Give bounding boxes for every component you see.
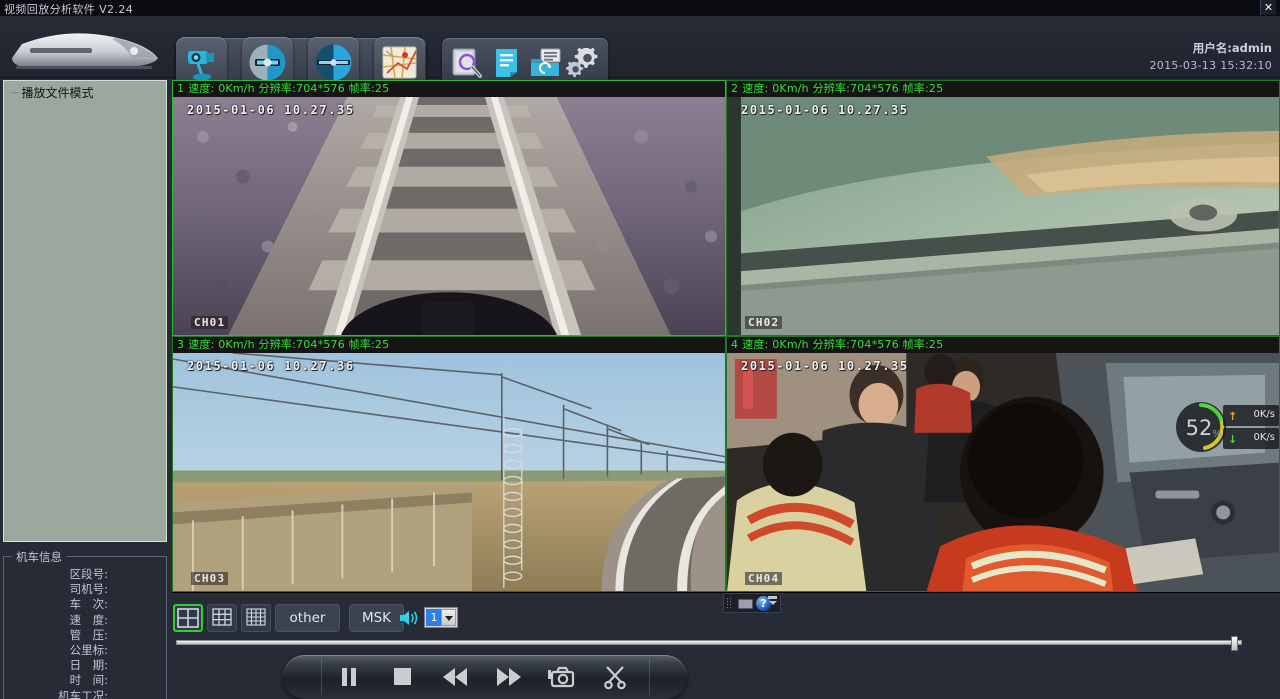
upload-rate-value: 0K/s xyxy=(1253,409,1276,420)
audio-channel-value: 1 xyxy=(426,609,442,626)
loco-field-driver: 司机号: xyxy=(69,582,108,597)
keyboard-icon[interactable] xyxy=(738,599,753,609)
loco-field-condition: 机车工况: xyxy=(58,688,108,699)
download-rate-row: ↓ 0K/s xyxy=(1223,428,1279,449)
video-panel-3-header: 3 速度: 0Km/h 分辨率:704*576 帧率:25 xyxy=(173,337,725,353)
video-panel-4-timestamp: 2015-01-06 10.27.35 xyxy=(741,359,909,373)
video-panel-4-scene xyxy=(727,353,1279,591)
train-logo xyxy=(4,22,164,76)
video-panel-3[interactable]: 3 速度: 0Km/h 分辨率:704*576 帧率:25 2015-01-06… xyxy=(172,336,726,592)
video-panel-1-info: 速度: 0Km/h 分辨率:704*576 帧率:25 xyxy=(188,82,390,95)
seek-track[interactable] xyxy=(176,640,1242,645)
video-panel-3-timestamp: 2015-01-06 10.27.36 xyxy=(187,359,355,373)
video-panel-2-info: 速度: 0Km/h 分辨率:704*576 帧率:25 xyxy=(742,82,944,95)
video-panel-3-channel: CH03 xyxy=(191,572,229,585)
video-panel-4[interactable]: 4 速度: 0Km/h 分辨率:704*576 帧率:25 2015-01-06… xyxy=(726,336,1280,592)
video-panel-2-index: 2 xyxy=(731,82,739,95)
system-datetime: 2015-03-13 15:32:10 xyxy=(1149,59,1272,72)
close-button[interactable]: ✕ xyxy=(1260,0,1276,15)
video-panel-4-info: 速度: 0Km/h 分辨率:704*576 帧率:25 xyxy=(742,338,944,351)
video-panel-4-header: 4 速度: 0Km/h 分辨率:704*576 帧率:25 xyxy=(727,337,1279,353)
search-button[interactable] xyxy=(450,46,484,80)
minimize-toolbar-button[interactable] xyxy=(768,596,778,612)
layout-9-button[interactable] xyxy=(207,604,237,632)
video-panel-1[interactable]: 1 速度: 0Km/h 分辨率:704*576 帧率:25 2015-01-06… xyxy=(172,80,726,336)
stop-button[interactable] xyxy=(380,663,424,691)
network-speed-widget[interactable]: 52 % ↑ 0K/s ↓ 0K/s xyxy=(1169,401,1279,453)
svg-text:52: 52 xyxy=(1186,416,1213,440)
layout-16-button[interactable] xyxy=(241,604,271,632)
seek-handle[interactable] xyxy=(1230,636,1238,651)
upload-arrow-icon: ↑ xyxy=(1228,410,1238,423)
locomotive-field-list: 区段号: 司机号: 车 次: 速 度: 管 压: 公里标: 日 期: 时 间: … xyxy=(4,567,168,699)
loco-field-speed: 速 度: xyxy=(69,612,108,627)
video-panel-3-stage: 2015-01-06 10.27.36 CH03 xyxy=(173,353,725,591)
tree-expander-icon: ··· xyxy=(10,86,20,100)
tree-root-item[interactable]: ··· 播放文件模式 xyxy=(10,84,93,101)
layout-4-button[interactable] xyxy=(173,604,203,632)
fast-forward-button[interactable] xyxy=(487,663,531,691)
svg-text:%: % xyxy=(1212,429,1222,440)
pause-button[interactable] xyxy=(327,663,371,691)
video-panel-1-index: 1 xyxy=(177,82,185,95)
video-panel-4-index: 4 xyxy=(731,338,739,351)
network-rate-rows: ↑ 0K/s ↓ 0K/s xyxy=(1223,405,1279,451)
app-title: 视频回放分析软件 V2.24 xyxy=(4,3,134,16)
video-panel-2-header: 2 速度: 0Km/h 分辨率:704*576 帧率:25 xyxy=(727,81,1279,97)
video-panel-1-header: 1 速度: 0Km/h 分辨率:704*576 帧率:25 xyxy=(173,81,725,97)
video-panel-1-stage: 2015-01-06 10.27.35 CH01 xyxy=(173,97,725,335)
video-panel-3-index: 3 xyxy=(177,338,185,351)
drag-handle[interactable] xyxy=(726,597,734,610)
video-panel-4-channel: CH04 xyxy=(745,572,783,585)
video-grid: 1 速度: 0Km/h 分辨率:704*576 帧率:25 2015-01-06… xyxy=(172,80,1280,593)
video-panel-3-scene xyxy=(173,353,725,591)
download-arrow-icon: ↓ xyxy=(1228,433,1238,446)
loco-field-pressure: 管 压: xyxy=(69,627,108,642)
video-panel-2-scene xyxy=(727,97,1279,335)
locomotive-info-title: 机车信息 xyxy=(12,549,66,565)
snapshot-button[interactable] xyxy=(539,663,583,691)
document-button[interactable] xyxy=(491,46,525,80)
seek-bar[interactable] xyxy=(176,636,1242,651)
loco-field-date: 日 期: xyxy=(69,658,108,673)
loco-field-mileage: 公里标: xyxy=(69,643,108,658)
video-panel-1-timestamp: 2015-01-06 10.27.35 xyxy=(187,103,355,117)
video-panel-1-scene xyxy=(173,97,725,335)
video-panel-2[interactable]: 2 速度: 0Km/h 分辨率:704*576 帧率:25 2015-01-06… xyxy=(726,80,1280,336)
transport-bar xyxy=(283,655,687,699)
download-folder-button[interactable] xyxy=(528,46,562,80)
speaker-icon[interactable] xyxy=(398,608,420,628)
video-panel-1-channel: CH01 xyxy=(191,316,229,329)
file-tree-panel[interactable]: ··· 播放文件模式 xyxy=(3,80,167,542)
settings-button[interactable] xyxy=(566,46,600,80)
video-panel-3-info: 速度: 0Km/h 分辨率:704*576 帧率:25 xyxy=(188,338,390,351)
transport-divider-left xyxy=(321,659,322,695)
user-info: 用户名:admin 2015-03-13 15:32:10 xyxy=(1149,40,1272,72)
floating-mini-toolbar[interactable]: ? xyxy=(723,593,781,613)
loco-field-section: 区段号: xyxy=(69,567,108,581)
rewind-button[interactable] xyxy=(433,663,477,691)
tree-root-label: 播放文件模式 xyxy=(21,86,94,100)
other-view-button[interactable]: other xyxy=(275,604,340,632)
left-sidebar: ··· 播放文件模式 机车信息 区段号: 司机号: 车 次: 速 度: 管 压: … xyxy=(0,78,170,699)
video-panel-2-timestamp: 2015-01-06 10.27.35 xyxy=(741,103,909,117)
download-rate-value: 0K/s xyxy=(1253,432,1276,443)
upload-rate-row: ↑ 0K/s xyxy=(1223,405,1279,426)
clip-button[interactable] xyxy=(593,663,637,691)
locomotive-info-group: 机车信息 区段号: 司机号: 车 次: 速 度: 管 压: 公里标: 日 期: … xyxy=(3,549,168,699)
user-name-label: 用户名:admin xyxy=(1192,41,1272,55)
application-window: 视频回放分析软件 V2.24 ✕ 用户名:admin 2015-03-13 15… xyxy=(0,0,1280,699)
audio-channel-select[interactable]: 1 xyxy=(424,607,458,628)
loco-field-trainno: 车 次: xyxy=(69,597,108,612)
video-panel-4-stage: 2015-01-06 10.27.35 CH04 52 % ↑ 0K/s ↓ 0… xyxy=(727,353,1279,591)
video-panel-2-stage: 2015-01-06 10.27.35 CH02 xyxy=(727,97,1279,335)
chevron-down-icon[interactable] xyxy=(441,609,456,626)
header-bar: 用户名:admin 2015-03-13 15:32:10 xyxy=(0,16,1280,88)
transport-divider-right xyxy=(649,659,650,695)
loco-field-time: 时 间: xyxy=(69,673,108,688)
msk-button[interactable]: MSK xyxy=(349,604,404,632)
title-bar: 视频回放分析软件 V2.24 ✕ xyxy=(0,0,1280,16)
video-panel-2-channel: CH02 xyxy=(745,316,783,329)
